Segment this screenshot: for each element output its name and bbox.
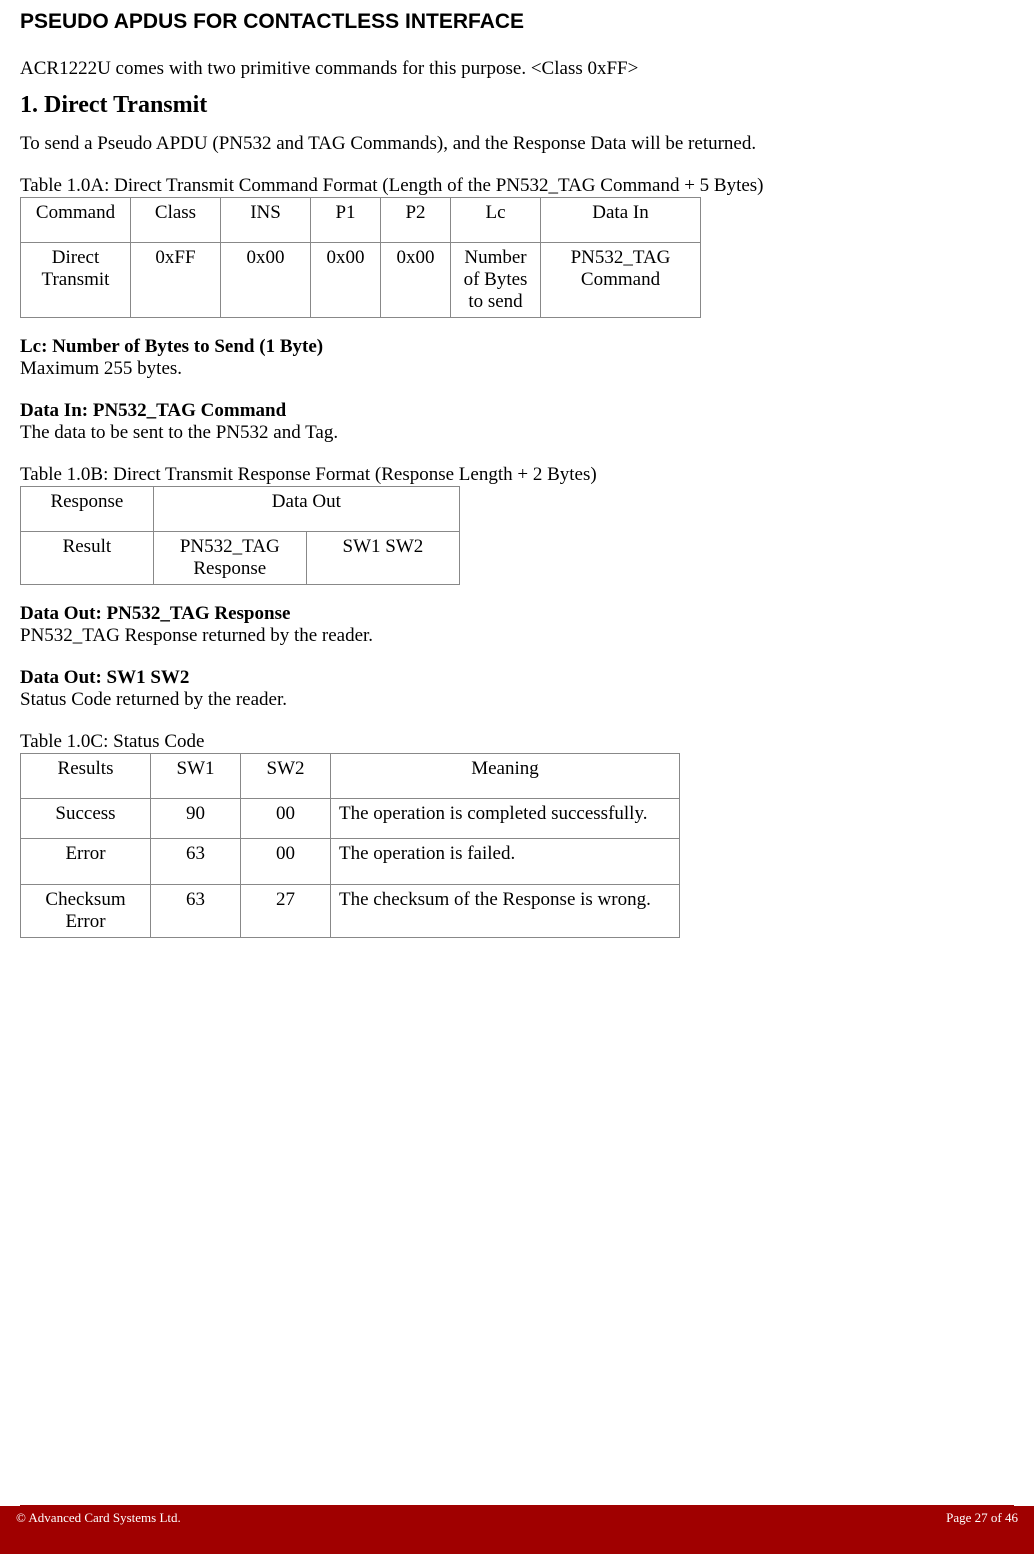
td-meaning: The operation is failed. [331, 839, 680, 885]
table-row: Result PN532_TAG Response SW1 SW2 [21, 532, 460, 585]
footer-left: © Advanced Card Systems Ltd. [16, 1510, 181, 1526]
td-sw1sw2: SW1 SW2 [306, 532, 459, 585]
th-p1: P1 [311, 198, 381, 243]
th-sw1: SW1 [151, 754, 241, 799]
td-command: Direct Transmit [21, 243, 131, 318]
th-p2: P2 [381, 198, 451, 243]
page-title: PSEUDO APDUS FOR CONTACTLESS INTERFACE [20, 10, 1014, 34]
table-a: Command Class INS P1 P2 Lc Data In Direc… [20, 197, 701, 318]
th-datain: Data In [541, 198, 701, 243]
th-class: Class [131, 198, 221, 243]
field-datain-desc: The data to be sent to the PN532 and Tag… [20, 422, 1014, 444]
th-ins: INS [221, 198, 311, 243]
td-pn532: PN532_TAG Response [153, 532, 306, 585]
field-dataout2-desc: Status Code returned by the reader. [20, 689, 1014, 711]
field-dataout1-desc: PN532_TAG Response returned by the reade… [20, 625, 1014, 647]
th-dataout: Data Out [153, 487, 459, 532]
th-results: Results [21, 754, 151, 799]
td-datain: PN532_TAG Command [541, 243, 701, 318]
td-results: Checksum Error [21, 885, 151, 938]
table-row: Error 63 00 The operation is failed. [21, 839, 680, 885]
td-p2: 0x00 [381, 243, 451, 318]
table-row: Success 90 00 The operation is completed… [21, 799, 680, 839]
table-row: Checksum Error 63 27 The checksum of the… [21, 885, 680, 938]
th-lc: Lc [451, 198, 541, 243]
field-dataout1-label: Data Out: PN532_TAG Response [20, 603, 1014, 625]
td-result: Result [21, 532, 154, 585]
td-results: Error [21, 839, 151, 885]
section-heading: 1. Direct Transmit [20, 92, 1014, 119]
footer: © Advanced Card Systems Ltd. Page 27 of … [0, 1506, 1034, 1554]
table-b-caption: Table 1.0B: Direct Transmit Response For… [20, 464, 1014, 486]
td-p1: 0x00 [311, 243, 381, 318]
table-row: Results SW1 SW2 Meaning [21, 754, 680, 799]
table-c-caption: Table 1.0C: Status Code [20, 731, 1014, 753]
table-c: Results SW1 SW2 Meaning Success 90 00 Th… [20, 753, 680, 938]
td-sw1: 63 [151, 885, 241, 938]
table-b: Response Data Out Result PN532_TAG Respo… [20, 486, 460, 585]
td-sw2: 27 [241, 885, 331, 938]
table-row: Direct Transmit 0xFF 0x00 0x00 0x00 Numb… [21, 243, 701, 318]
footer-right: Page 27 of 46 [946, 1510, 1018, 1526]
table-row: Command Class INS P1 P2 Lc Data In [21, 198, 701, 243]
field-lc-label: Lc: Number of Bytes to Send (1 Byte) [20, 336, 1014, 358]
intro-text: ACR1222U comes with two primitive comman… [20, 58, 1014, 80]
td-meaning: The checksum of the Response is wrong. [331, 885, 680, 938]
table-a-caption: Table 1.0A: Direct Transmit Command Form… [20, 175, 1014, 197]
td-sw2: 00 [241, 799, 331, 839]
th-response: Response [21, 487, 154, 532]
td-class: 0xFF [131, 243, 221, 318]
td-lc: Number of Bytes to send [451, 243, 541, 318]
field-lc-desc: Maximum 255 bytes. [20, 358, 1014, 380]
td-results: Success [21, 799, 151, 839]
th-meaning: Meaning [331, 754, 680, 799]
td-ins: 0x00 [221, 243, 311, 318]
field-dataout2-label: Data Out: SW1 SW2 [20, 667, 1014, 689]
td-sw1: 90 [151, 799, 241, 839]
td-sw1: 63 [151, 839, 241, 885]
section-body: To send a Pseudo APDU (PN532 and TAG Com… [20, 133, 1014, 155]
td-meaning: The operation is completed successfully. [331, 799, 680, 839]
th-sw2: SW2 [241, 754, 331, 799]
td-sw2: 00 [241, 839, 331, 885]
table-row: Response Data Out [21, 487, 460, 532]
th-command: Command [21, 198, 131, 243]
field-datain-label: Data In: PN532_TAG Command [20, 400, 1014, 422]
